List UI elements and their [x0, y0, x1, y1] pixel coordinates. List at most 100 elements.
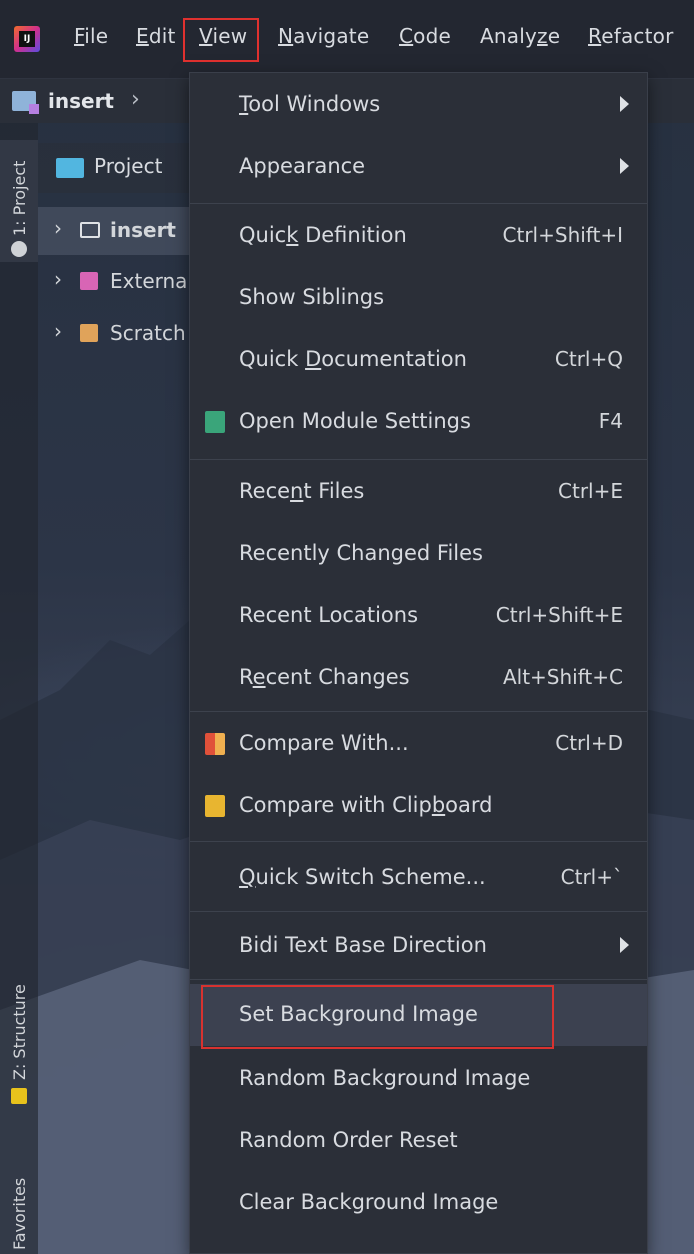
menu-item-label-start: R: [239, 665, 253, 689]
menu-item-quick-switch-scheme[interactable]: Quick Switch Scheme... Ctrl+`: [190, 847, 647, 909]
tree-item-insert[interactable]: › insert: [38, 207, 198, 255]
menu-item-mnemonic: n: [290, 479, 304, 503]
menu-item-recent-changes[interactable]: Recent Changes Alt+Shift+C: [190, 647, 647, 709]
menu-item-label-start: Quick: [239, 347, 306, 371]
menu-item-recent-locations[interactable]: Recent Locations Ctrl+Shift+E: [190, 585, 647, 647]
tree-item-label: insert: [110, 218, 176, 242]
set-background-image-highlight-box: [201, 985, 554, 1049]
menu-item-clear-background-image[interactable]: Clear Background Image: [190, 1172, 647, 1234]
structure-tab-label[interactable]: Z: Structure: [10, 984, 29, 1080]
submenu-arrow-icon: [620, 937, 629, 953]
menu-file-mnemonic: F: [74, 24, 85, 48]
menu-separator: [190, 203, 647, 204]
menu-item-label: Compare with Clipboard: [239, 793, 492, 817]
menu-item-recent-files[interactable]: Recent Files Ctrl+E: [190, 461, 647, 523]
menu-analyze-label-start: Analy: [480, 24, 538, 48]
menu-item-mnemonic: k: [286, 223, 299, 247]
menu-item-shortcut: Ctrl+Shift+I: [502, 223, 623, 247]
menu-item-label: Recent Files: [239, 479, 364, 503]
menu-item-shortcut: F4: [598, 409, 623, 433]
menu-item-label-end: t Files: [303, 479, 365, 503]
chevron-right-icon[interactable]: ›: [54, 267, 62, 291]
tree-item-scratches[interactable]: › Scratch: [38, 310, 198, 358]
menu-file[interactable]: File: [74, 24, 108, 48]
menu-item-open-module-settings[interactable]: Open Module Settings F4: [190, 391, 647, 453]
menu-item-label: Random Order Reset: [239, 1128, 458, 1152]
menu-navigate[interactable]: Navigate: [278, 24, 369, 48]
menu-code[interactable]: Code: [399, 24, 451, 48]
menu-navigate-mnemonic: N: [278, 24, 294, 48]
menu-item-label-end: cent Changes: [265, 665, 410, 689]
menu-item-appearance[interactable]: Appearance: [190, 136, 647, 198]
project-panel-header[interactable]: Project: [38, 143, 198, 193]
menu-separator: [190, 459, 647, 460]
scratch-icon: [80, 324, 98, 342]
menu-item-label: Show Siblings: [239, 285, 385, 309]
favorites-tab-label[interactable]: Favorites: [10, 1178, 29, 1250]
menu-item-shortcut: Ctrl+E: [558, 479, 623, 503]
menu-refactor-label: efactor: [601, 24, 674, 48]
menu-item-mnemonic: b: [431, 793, 446, 817]
chevron-right-icon[interactable]: ›: [54, 216, 62, 240]
menu-item-tool-windows[interactable]: Tool Windows: [190, 74, 647, 136]
intellij-logo-icon[interactable]: IJ: [14, 26, 40, 52]
menu-item-label: Clear Background Image: [239, 1190, 499, 1214]
menu-code-label: ode: [413, 24, 452, 48]
menu-item-label-end: ool Windows: [248, 92, 381, 116]
menu-separator: [190, 911, 647, 912]
menu-item-label: Random Background Image: [239, 1066, 531, 1090]
menu-refactor-mnemonic: R: [588, 24, 602, 48]
menu-item-mnemonic: e: [252, 665, 266, 689]
menu-item-quick-documentation[interactable]: Quick Documentation Ctrl+Q: [190, 329, 647, 391]
menu-item-label: Compare With...: [239, 731, 409, 755]
menu-analyze-label-end: e: [547, 24, 561, 48]
menu-item-label: Appearance: [239, 154, 366, 178]
menu-separator: [190, 841, 647, 842]
menu-item-compare-with-clipboard[interactable]: Compare with Clipboard: [190, 775, 647, 837]
menu-item-mnemonic: D: [305, 347, 322, 371]
left-tool-strip: [0, 123, 38, 1254]
chevron-right-icon[interactable]: ›: [54, 319, 62, 343]
menu-item-quick-definition[interactable]: Quick Definition Ctrl+Shift+I: [190, 205, 647, 267]
menu-analyze[interactable]: Analyze: [480, 24, 560, 48]
menu-refactor[interactable]: Refactor: [588, 24, 674, 48]
menu-item-shortcut: Ctrl+Shift+E: [495, 603, 623, 627]
clipboard-compare-icon: [205, 795, 225, 817]
menu-file-label: ile: [84, 24, 109, 48]
tree-item-external-libraries[interactable]: › Externa: [38, 258, 198, 306]
menu-edit[interactable]: Edit: [136, 24, 176, 48]
menu-item-label-end: oard: [445, 793, 493, 817]
menu-item-recently-changed-files[interactable]: Recently Changed Files: [190, 523, 647, 585]
tree-item-label: Scratch: [110, 321, 186, 345]
menu-item-bidi-text-base-direction[interactable]: Bidi Text Base Direction: [190, 915, 647, 977]
menu-item-shortcut: Ctrl+Q: [554, 347, 623, 371]
menu-item-random-order-reset[interactable]: Random Order Reset: [190, 1110, 647, 1172]
menu-item-show-siblings[interactable]: Show Siblings: [190, 267, 647, 329]
menu-item-shortcut: Ctrl+D: [555, 731, 623, 755]
folder-icon: [80, 222, 100, 238]
breadcrumb-project[interactable]: insert: [48, 89, 114, 113]
library-icon: [80, 272, 98, 290]
module-settings-icon: [205, 411, 225, 433]
tree-item-label: Externa: [110, 269, 188, 293]
menu-item-label: Recent Changes: [239, 665, 410, 689]
menu-item-label-end: Definition: [298, 223, 407, 247]
main-menu-bar: IJ File Edit View Navigate Code Analyze …: [0, 0, 694, 79]
project-panel-title: Project: [94, 154, 163, 178]
project-view-icon: [56, 158, 84, 178]
menu-item-mnemonic: T: [239, 92, 249, 116]
menu-item-shortcut: Alt+Shift+C: [502, 665, 623, 689]
menu-item-shortcut: Ctrl+`: [560, 865, 623, 889]
project-folder-icon: [12, 91, 39, 114]
menu-item-compare-with[interactable]: Compare With... Ctrl+D: [190, 713, 647, 775]
menu-item-mnemonic: Q: [239, 865, 256, 889]
project-tab-label[interactable]: 1: Project: [10, 161, 29, 236]
submenu-arrow-icon: [620, 96, 629, 112]
menu-item-label-end: ocumentation: [321, 347, 467, 371]
menu-item-label: Quick Definition: [239, 223, 407, 247]
menu-item-random-background-image[interactable]: Random Background Image: [190, 1048, 647, 1110]
menu-edit-mnemonic: E: [136, 24, 149, 48]
compare-icon: [205, 733, 225, 755]
view-menu-highlight-box: [183, 18, 259, 62]
menu-analyze-mnemonic: z: [537, 24, 548, 48]
